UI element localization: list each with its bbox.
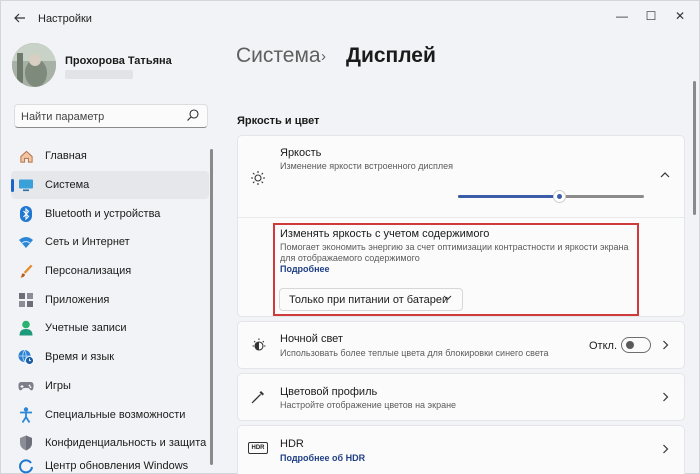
divider — [238, 217, 684, 218]
sidebar-scrollbar[interactable] — [210, 149, 213, 465]
search-input[interactable] — [21, 109, 181, 124]
sidebar-item-label: Bluetooth и устройства — [45, 207, 161, 220]
sidebar-item-label: Персонализация — [45, 265, 132, 278]
content-adaptive-title: Изменять яркость с учетом содержимого — [280, 228, 490, 240]
user-email-redacted — [65, 70, 133, 79]
sidebar-item-bluetooth[interactable]: Bluetooth и устройства — [11, 199, 209, 228]
sidebar-nav: Главная Система Bluetooth и устройства С… — [11, 142, 209, 474]
avatar[interactable] — [12, 43, 56, 87]
color-profile-subtitle: Настройте отображение цветов на экране — [280, 400, 457, 410]
hdr-title: HDR — [280, 438, 304, 450]
title-bar: Настройки — ☐ ✕ — [1, 1, 700, 37]
sidebar-item-apps[interactable]: Приложения — [11, 285, 209, 314]
hdr-card[interactable] — [237, 425, 685, 474]
accounts-icon — [18, 320, 34, 336]
brightness-slider-fill — [458, 195, 561, 198]
sidebar-item-label: Время и язык — [45, 351, 115, 364]
sidebar-item-accessibility[interactable]: Специальные возможности — [11, 400, 209, 429]
night-light-card[interactable] — [237, 321, 685, 369]
sidebar-item-accounts[interactable]: Учетные записи — [11, 314, 209, 343]
sidebar-item-label: Приложения — [45, 293, 110, 306]
chevron-right-icon[interactable] — [662, 340, 669, 353]
active-indicator — [11, 178, 14, 192]
search-icon[interactable] — [186, 108, 200, 122]
sidebar-item-windows-update[interactable]: Центр обновления Windows — [11, 458, 209, 474]
settings-window: Настройки — ☐ ✕ Прохорова Татьяна Главна… — [0, 0, 700, 474]
search-box[interactable] — [14, 104, 208, 128]
hdr-learn-more-link[interactable]: Подробнее об HDR — [280, 453, 365, 463]
wifi-icon — [18, 234, 34, 250]
page-title: Дисплей — [346, 44, 436, 67]
chevron-right-icon[interactable] — [662, 444, 669, 457]
sidebar-item-label: Специальные возможности — [45, 408, 186, 421]
color-profile-title: Цветовой профиль — [280, 386, 378, 398]
sidebar-item-home[interactable]: Главная — [11, 142, 209, 171]
brightness-title: Яркость — [280, 147, 322, 159]
brightness-sun-icon — [250, 170, 266, 186]
sidebar-item-label: Сеть и Интернет — [45, 236, 130, 249]
sidebar-item-personalization[interactable]: Персонализация — [11, 257, 209, 286]
night-light-title: Ночной свет — [280, 333, 343, 345]
content-scrollbar[interactable] — [693, 81, 696, 215]
learn-more-link[interactable]: Подробнее — [280, 264, 330, 274]
breadcrumb-separator: › — [321, 48, 326, 65]
maximize-button[interactable]: ☐ — [640, 7, 662, 25]
section-title: Яркость и цвет — [237, 115, 320, 127]
night-light-icon — [250, 337, 266, 353]
sidebar-item-label: Центр обновления Windows — [45, 459, 189, 472]
system-display-icon — [18, 177, 34, 193]
brightness-subtitle: Изменение яркости встроенного дисплея — [280, 161, 453, 171]
sidebar-item-time-language[interactable]: Время и язык — [11, 343, 209, 372]
shield-icon — [18, 435, 34, 451]
hdr-icon: HDR — [248, 442, 268, 454]
user-name: Прохорова Татьяна — [65, 55, 172, 67]
night-light-subtitle: Использовать более теплые цвета для блок… — [280, 348, 549, 358]
close-button[interactable]: ✕ — [669, 7, 691, 25]
chevron-right-icon[interactable] — [662, 392, 669, 405]
eyedropper-icon — [250, 389, 266, 405]
bluetooth-icon — [18, 205, 34, 222]
night-light-toggle[interactable] — [621, 337, 651, 353]
night-light-state-label: Откл. — [589, 340, 618, 352]
brush-icon — [18, 263, 34, 279]
sidebar-item-label: Главная — [45, 150, 87, 163]
chevron-down-icon — [443, 293, 452, 304]
content-adaptive-dropdown[interactable]: Только при питании от батареи — [279, 288, 463, 311]
accessibility-icon — [18, 406, 34, 423]
chevron-up-icon[interactable] — [660, 170, 670, 182]
content-adaptive-description: Помогает экономить энергию за счет оптим… — [280, 242, 629, 263]
app-title: Настройки — [38, 13, 92, 25]
sidebar-item-label: Конфиденциальность и защита — [45, 437, 207, 450]
minimize-button[interactable]: — — [611, 7, 633, 25]
sidebar-item-label: Игры — [45, 379, 71, 392]
sidebar-item-network[interactable]: Сеть и Интернет — [11, 228, 209, 257]
sidebar-item-label: Система — [45, 179, 90, 192]
globe-clock-icon — [18, 349, 34, 366]
home-icon — [18, 148, 34, 164]
gamepad-icon — [18, 378, 34, 394]
sidebar-item-label: Учетные записи — [45, 322, 127, 335]
dropdown-value: Только при питании от батареи — [289, 294, 449, 306]
sidebar-item-gaming[interactable]: Игры — [11, 372, 209, 401]
apps-icon — [18, 292, 34, 308]
update-icon — [18, 458, 34, 474]
back-arrow-icon[interactable] — [13, 11, 27, 25]
sidebar-item-privacy[interactable]: Конфиденциальность и защита — [11, 429, 209, 458]
sidebar-item-system[interactable]: Система — [11, 170, 209, 200]
breadcrumb-parent[interactable]: Система — [236, 44, 321, 68]
